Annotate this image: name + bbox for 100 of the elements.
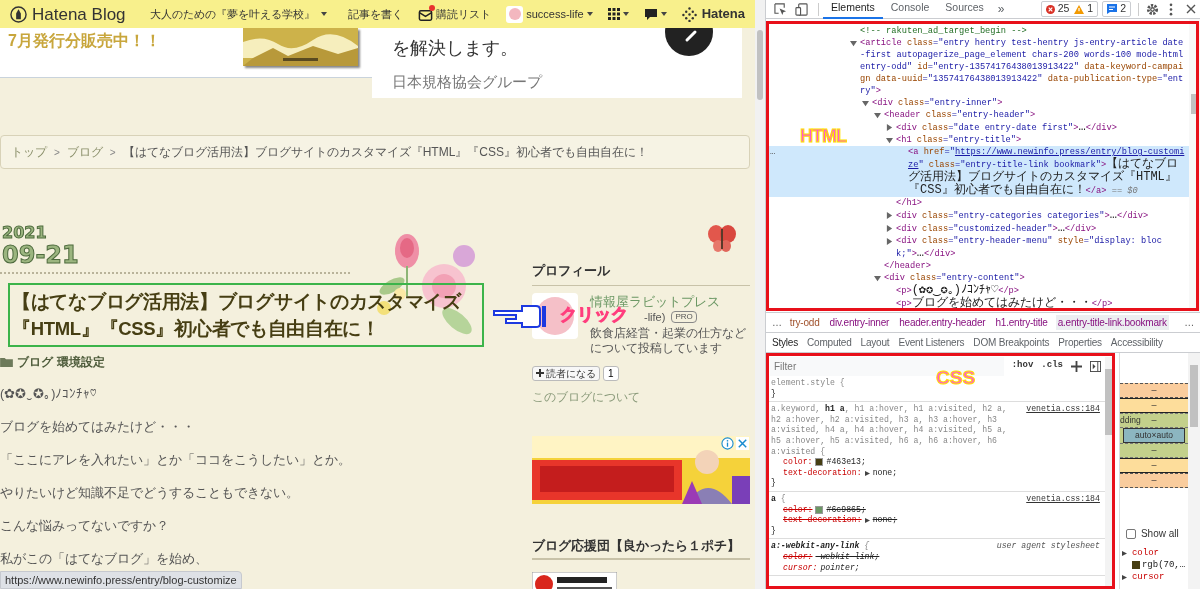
grid-icon <box>607 8 620 20</box>
caret-icon <box>586 12 593 16</box>
close-icon[interactable] <box>1186 4 1196 14</box>
expand-arrow-icon[interactable] <box>864 517 870 523</box>
follow-button[interactable]: 読者になる <box>532 365 600 381</box>
dom-breadcrumb[interactable]: header.entry-header <box>897 315 988 330</box>
box-model-value: – <box>1151 383 1157 397</box>
devtools-tab[interactable]: Elements <box>823 0 883 19</box>
expand-arrow-icon[interactable] <box>874 112 881 119</box>
device-toolbar-icon[interactable] <box>795 2 808 16</box>
expand-arrow-icon[interactable] <box>886 124 893 131</box>
box-model-label: dding <box>1119 414 1141 427</box>
settings-icon[interactable] <box>1146 2 1159 16</box>
dom-breadcrumb[interactable]: a.entry-title-link.bookmark <box>1055 315 1169 330</box>
stylesheet-source[interactable]: user agent stylesheet <box>996 541 1100 552</box>
panel-tab[interactable]: Styles <box>772 335 799 350</box>
css-property-value: none; <box>872 467 898 479</box>
subscription-list-link[interactable]: 購読リスト <box>418 5 492 23</box>
comments-menu-button[interactable] <box>643 7 667 21</box>
body-text: ブログを始めてはみたけど・・・ <box>0 419 196 436</box>
show-all-checkbox[interactable]: Show all <box>1125 526 1189 541</box>
more-options-icon[interactable] <box>1169 2 1173 16</box>
info-icon[interactable] <box>721 436 734 450</box>
color-swatch[interactable] <box>1131 561 1140 569</box>
category-link[interactable]: 環境設定 <box>57 353 105 371</box>
css-property-value: pointer; <box>820 562 860 574</box>
style-toggle-button[interactable]: .cls <box>1041 359 1063 373</box>
expand-arrow-icon[interactable] <box>1121 550 1127 556</box>
panel-tab[interactable]: Event Listeners <box>898 335 965 350</box>
breadcrumb-overflow[interactable]: … <box>1184 315 1194 330</box>
message-icon <box>1107 4 1118 14</box>
add-icon[interactable] <box>1070 360 1082 372</box>
scrollbar[interactable] <box>755 0 765 589</box>
devtools-tab[interactable]: Console <box>882 0 938 19</box>
more-tabs-button[interactable]: » <box>991 0 1011 18</box>
dom-breadcrumb[interactable]: h1.entry-title <box>993 315 1050 330</box>
expand-arrow-icon[interactable] <box>886 212 893 219</box>
style-toggle-button[interactable]: :hov <box>1011 359 1034 373</box>
expand-arrow-icon[interactable] <box>874 275 881 282</box>
sidebar-heading: ブログ応援団【良かったら１ポチ】 <box>532 535 750 560</box>
write-post-link[interactable]: 記事を書く <box>348 5 404 23</box>
expand-arrow-icon[interactable] <box>864 470 870 476</box>
sidebar-heading: プロフィール <box>532 261 750 286</box>
ad-banner[interactable]: を解決します。 日本規格協会グループ <box>372 28 742 98</box>
html-code: <header class="entry-header"> <box>884 109 1037 121</box>
selected-dom-row[interactable]: … <a href="https://www.newinfo.press/entry/blog-customize" class="entry-title-link bookmark">【はてなブログ活用法】ブログサイトのカスタマイズ『HTML』『CSS』初心者でも自由自在に！</a> == $0 <box>766 146 1189 197</box>
panel-tab[interactable]: Layout <box>860 335 890 350</box>
css-property-name: color: <box>783 551 813 563</box>
html-code: <article class="entry hentry test-hentry js-entry-article date-first autopagerize_page_element chars-200 words-100 mode-html entry-odd" id="entry-13574176438013913422" data-keyword-campaign data-uuid="13574176438013913422" data-publication-type="entry"> <box>860 37 1185 97</box>
closing-brace: } <box>771 478 777 489</box>
ad-headline: 7月発行分販売中！！ <box>8 31 161 51</box>
inspect-icon[interactable] <box>774 2 787 16</box>
computed-property-name[interactable]: color <box>1131 547 1159 559</box>
speech-bubble-icon <box>643 7 658 21</box>
expand-arrow-icon[interactable] <box>886 137 893 144</box>
hatena-logo[interactable]: Hatena <box>681 4 745 24</box>
panel-tab[interactable]: DOM Breakpoints <box>973 335 1050 350</box>
panel-tab[interactable]: Properties <box>1058 335 1102 350</box>
panel-tab[interactable]: Computed <box>807 335 852 350</box>
warning-icon <box>1074 4 1085 14</box>
blog-title-link[interactable]: 大人のための『夢を叶える学校』 <box>149 5 327 23</box>
expand-arrow-icon[interactable] <box>886 225 893 232</box>
expand-arrow-icon[interactable] <box>850 40 857 47</box>
html-code: <p>(✿✪‿✪｡)ﾉｺﾝﾁｬ♡</p> <box>896 284 1021 297</box>
pro-badge: PRO <box>671 311 697 323</box>
blog-logo[interactable]: Hatena Blog <box>10 5 126 23</box>
expand-arrow-icon[interactable] <box>1121 574 1127 580</box>
css-selector: a:-webkit-any-link { <box>771 541 871 552</box>
panel-tab[interactable]: Accessibility <box>1110 335 1163 350</box>
messages-counter[interactable]: 2 <box>1102 1 1131 17</box>
dots-logo-icon <box>681 6 697 22</box>
closing-brace: } <box>771 388 777 400</box>
dom-breadcrumb[interactable]: div.entry-inner <box>827 315 892 330</box>
category-link[interactable]: ブログ <box>17 353 53 371</box>
devtools-tab[interactable]: Sources <box>937 0 992 19</box>
sidebar-toggle-icon[interactable] <box>1089 360 1101 372</box>
stylesheet-source[interactable]: venetia.css:184 <box>1026 404 1100 415</box>
css-property-name: color: <box>783 457 813 468</box>
profile-description: 飲食店経営・起業の仕方などについて投稿しています <box>590 325 747 356</box>
expand-arrow-icon[interactable] <box>886 238 893 245</box>
checkbox[interactable] <box>1125 528 1136 539</box>
expand-arrow-icon[interactable] <box>862 100 869 107</box>
box-model-content: auto×auto <box>1123 428 1186 443</box>
color-swatch[interactable] <box>815 458 824 467</box>
dom-breadcrumb[interactable]: try-odd <box>787 315 822 330</box>
computed-property-name[interactable]: cursor <box>1131 571 1165 583</box>
account-menu[interactable]: success-life <box>506 5 593 23</box>
css-property-value: -webkit-link; <box>815 551 880 563</box>
scrollbar[interactable] <box>1104 357 1112 587</box>
caret-icon <box>622 12 629 16</box>
scrollbar[interactable] <box>1189 19 1200 312</box>
scrollbar[interactable] <box>1188 353 1200 589</box>
breadcrumb-overflow[interactable]: … <box>772 315 782 330</box>
box-model-value: – <box>1151 473 1157 487</box>
stylesheet-source[interactable]: venetia.css:184 <box>1026 493 1100 505</box>
apps-menu-button[interactable] <box>607 8 629 20</box>
html-code: <div class="entry-categories categories">…</div> <box>896 209 1150 222</box>
issues-counter[interactable]: 25 1 <box>1040 1 1099 17</box>
color-swatch[interactable] <box>815 505 824 514</box>
post-title[interactable]: 【はてなブログ活用法】ブログサイトのカスタマイズ『HTML』『CSS』初心者でも自由自在に！ <box>8 283 484 347</box>
